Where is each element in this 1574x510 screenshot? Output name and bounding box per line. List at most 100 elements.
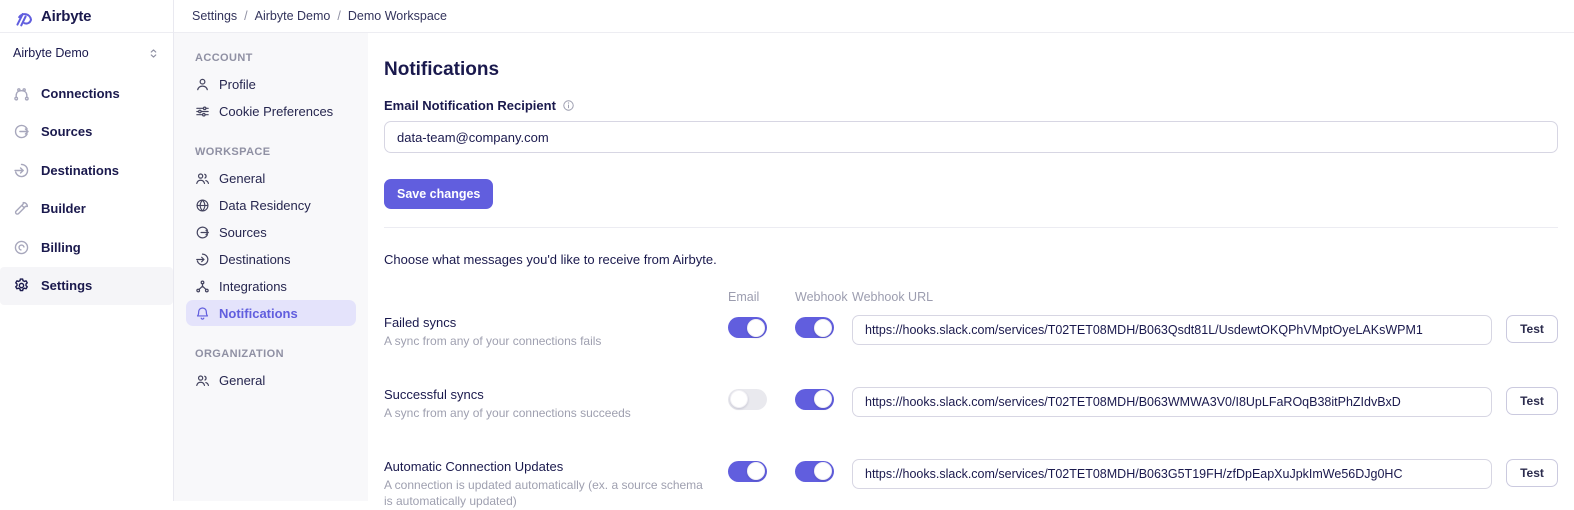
notification-description: A connection is updated automatically (e… — [384, 477, 728, 510]
toggle-knob — [747, 462, 765, 480]
settings-nav-item-label: Cookie Preferences — [219, 104, 333, 119]
toggle-knob — [747, 319, 765, 337]
webhook-toggle[interactable] — [795, 317, 834, 338]
profile-icon — [195, 77, 210, 92]
sidebar-item-sources[interactable]: Sources — [0, 113, 173, 152]
breadcrumb-separator: / — [244, 9, 247, 23]
notification-info: Automatic Connection Updates A connection… — [384, 459, 728, 510]
webhook-url-input[interactable] — [852, 459, 1492, 489]
webhook-url-input[interactable] — [852, 315, 1492, 345]
settings-nav-section-organization: ORGANIZATION General — [186, 343, 356, 393]
breadcrumb-item-airbyte-demo[interactable]: Airbyte Demo — [255, 9, 331, 23]
gear-icon — [13, 277, 30, 294]
webhook-column-header: Webhook — [795, 290, 852, 304]
notification-row-successful-syncs: Successful syncs A sync from any of your … — [384, 387, 1558, 422]
notification-title: Successful syncs — [384, 387, 728, 402]
people-icon — [195, 373, 210, 388]
settings-nav-item-label: Destinations — [219, 252, 291, 267]
sidebar-item-label: Builder — [41, 201, 86, 216]
settings-nav-item-data-residency[interactable]: Data Residency — [186, 192, 356, 218]
sidebar-item-connections[interactable]: Connections — [0, 74, 173, 113]
sources-icon — [195, 225, 210, 240]
webhook-url-input[interactable] — [852, 387, 1492, 417]
notification-row-automatic-connection-updates: Automatic Connection Updates A connection… — [384, 459, 1558, 510]
settings-nav-section-workspace: WORKSPACE General Data Residency Sources Des… — [186, 141, 356, 326]
notifications-header-row: Email Webhook Webhook URL — [384, 290, 1558, 304]
settings-nav-item-label: Integrations — [219, 279, 287, 294]
info-icon[interactable] — [562, 99, 575, 112]
settings-nav-item-profile[interactable]: Profile — [186, 71, 356, 97]
workspace-selector[interactable]: Airbyte Demo — [0, 33, 173, 66]
test-button[interactable]: Test — [1506, 459, 1558, 487]
notification-description: A sync from any of your connections succ… — [384, 405, 728, 422]
globe-icon — [195, 198, 210, 213]
sidebar-item-label: Connections — [41, 86, 120, 101]
chevron-updown-icon — [147, 47, 160, 60]
breadcrumb-item-settings[interactable]: Settings — [192, 9, 237, 23]
settings-nav-item-integrations[interactable]: Integrations — [186, 273, 356, 299]
toggle-knob — [814, 462, 832, 480]
airbyte-logo[interactable]: Airbyte — [0, 0, 173, 33]
email-recipient-input[interactable] — [384, 121, 1558, 153]
toggle-knob — [814, 319, 832, 337]
email-toggle[interactable] — [728, 389, 767, 410]
email-recipient-label: Email Notification Recipient — [384, 98, 556, 113]
settings-nav-section-title: ACCOUNT — [186, 47, 356, 71]
settings-nav-item-label: Data Residency — [219, 198, 311, 213]
email-toggle[interactable] — [728, 461, 767, 482]
settings-nav-item-label: General — [219, 171, 265, 186]
settings-nav-item-cookie-preferences[interactable]: Cookie Preferences — [186, 98, 356, 124]
sidebar-item-label: Destinations — [41, 163, 119, 178]
notifications-rows: Failed syncs A sync from any of your conn… — [384, 315, 1558, 510]
topbar: Settings / Airbyte Demo / Demo Workspace — [174, 0, 1574, 33]
settings-nav-item-label: General — [219, 373, 265, 388]
sidebar-item-billing[interactable]: Billing — [0, 228, 173, 267]
breadcrumb-item-demo-workspace[interactable]: Demo Workspace — [348, 9, 447, 23]
builder-icon — [13, 200, 30, 217]
breadcrumb-separator: / — [337, 9, 340, 23]
settings-nav-item-destinations[interactable]: Destinations — [186, 246, 356, 272]
toggle-knob — [814, 390, 832, 408]
notification-title: Failed syncs — [384, 315, 728, 330]
email-toggle[interactable] — [728, 317, 767, 338]
primary-sidebar: Airbyte Airbyte Demo Connections Sources D… — [0, 0, 174, 501]
test-button[interactable]: Test — [1506, 387, 1558, 415]
workspace-selector-label: Airbyte Demo — [13, 46, 89, 60]
sidebar-item-destinations[interactable]: Destinations — [0, 151, 173, 190]
settings-nav-item-label: Notifications — [219, 306, 298, 321]
sidebar-item-label: Sources — [41, 124, 92, 139]
settings-nav-section-title: ORGANIZATION — [186, 343, 356, 367]
sidebar-item-builder[interactable]: Builder — [0, 190, 173, 229]
sidebar-item-label: Settings — [41, 278, 92, 293]
settings-nav-item-sources[interactable]: Sources — [186, 219, 356, 245]
settings-nav-item-notifications[interactable]: Notifications — [186, 300, 356, 326]
notification-row-failed-syncs: Failed syncs A sync from any of your conn… — [384, 315, 1558, 350]
webhook-toggle[interactable] — [795, 389, 834, 410]
airbyte-logo-icon — [13, 6, 34, 27]
settings-nav: ACCOUNTProfile Cookie Preferences WORKSPAC… — [174, 33, 368, 501]
notification-description: A sync from any of your connections fail… — [384, 333, 728, 350]
email-column-header: Email — [728, 290, 795, 304]
notification-info: Successful syncs A sync from any of your … — [384, 387, 728, 422]
toggle-knob — [730, 390, 748, 408]
settings-nav-section-title: WORKSPACE — [186, 141, 356, 165]
brand-wordmark: Airbyte — [41, 8, 91, 25]
sliders-icon — [195, 104, 210, 119]
sidebar-item-settings[interactable]: Settings — [0, 267, 173, 306]
settings-nav-item-general[interactable]: General — [186, 367, 356, 393]
billing-icon — [13, 239, 30, 256]
test-button[interactable]: Test — [1506, 315, 1558, 343]
webhook-toggle[interactable] — [795, 461, 834, 482]
main-content: Notifications Email Notification Recipie… — [368, 33, 1574, 501]
sources-icon — [13, 123, 30, 140]
settings-nav-item-general[interactable]: General — [186, 165, 356, 191]
notification-title: Automatic Connection Updates — [384, 459, 728, 474]
save-changes-button[interactable]: Save changes — [384, 179, 493, 209]
integrations-icon — [195, 279, 210, 294]
webhook-url-column-header: Webhook URL — [852, 290, 1492, 304]
connections-icon — [13, 85, 30, 102]
settings-nav-section-account: ACCOUNTProfile Cookie Preferences — [186, 47, 356, 124]
bell-icon — [195, 306, 210, 321]
notification-info: Failed syncs A sync from any of your conn… — [384, 315, 728, 350]
people-icon — [195, 171, 210, 186]
